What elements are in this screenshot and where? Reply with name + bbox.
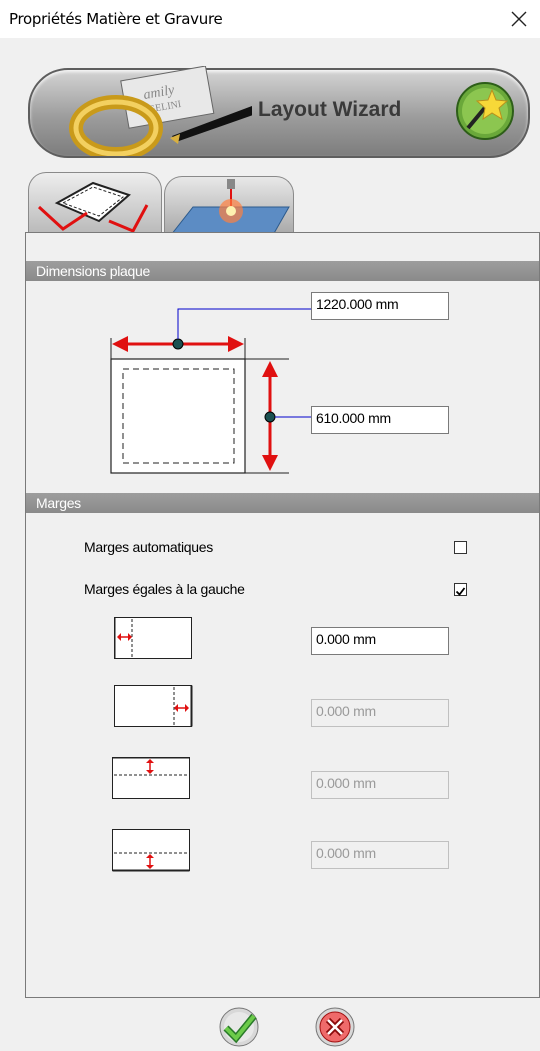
- brand-illustration: amily GELINI: [52, 65, 256, 161]
- right-margin-icon: [114, 685, 193, 727]
- tab-material[interactable]: [28, 172, 162, 235]
- cancel-button[interactable]: [314, 1006, 356, 1051]
- cancel-x-icon: [315, 1007, 355, 1047]
- plate-width-input[interactable]: 1220.000 mm: [311, 292, 449, 320]
- auto-margins-checkbox[interactable]: [454, 541, 467, 554]
- magic-wand-icon[interactable]: [454, 80, 516, 145]
- tab-laser[interactable]: [164, 176, 294, 236]
- window-title: Propriétés Matière et Gravure: [9, 10, 223, 28]
- dimensions-header: Dimensions plaque: [26, 261, 539, 281]
- wizard-label: Layout Wizard: [258, 98, 402, 121]
- right-margin-input[interactable]: 0.000 mm: [311, 699, 449, 727]
- plate-outline-icon: [37, 181, 149, 233]
- close-icon[interactable]: [506, 6, 532, 32]
- auto-margins-label: Marges automatiques: [84, 539, 213, 555]
- plate-dimension-diagram: [110, 308, 313, 474]
- bottom-margin-input[interactable]: 0.000 mm: [311, 841, 449, 869]
- title-bar: Propriétés Matière et Gravure: [0, 0, 540, 38]
- properties-panel: Dimensions plaque 1220.000 mm 610.000 mm…: [25, 232, 540, 998]
- left-margin-icon: [114, 617, 192, 659]
- margins-header: Marges: [26, 493, 539, 513]
- left-margin-input[interactable]: 0.000 mm: [311, 627, 449, 655]
- top-margin-input[interactable]: 0.000 mm: [311, 771, 449, 799]
- bottom-margin-icon: [112, 829, 190, 872]
- wizard-banner[interactable]: amily GELINI Layout Wizard: [28, 65, 530, 161]
- checkmark-icon: [455, 587, 466, 596]
- laser-engraving-icon: [169, 179, 290, 236]
- plate-height-input[interactable]: 610.000 mm: [311, 406, 449, 434]
- ok-button[interactable]: [218, 1006, 260, 1051]
- equal-margins-label: Marges égales à la gauche: [84, 581, 245, 597]
- top-margin-icon: [112, 757, 190, 799]
- equal-margins-checkbox[interactable]: [454, 583, 467, 596]
- checkmark-icon: [219, 1007, 259, 1047]
